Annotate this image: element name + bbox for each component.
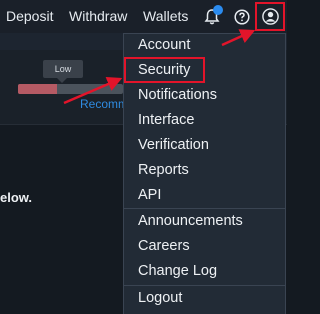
menu-item-interface[interactable]: Interface <box>138 112 194 128</box>
menu-item-logout[interactable]: Logout <box>138 290 182 306</box>
recommend-link[interactable]: Recomm <box>80 97 128 111</box>
menu-item-announcements[interactable]: Announcements <box>138 213 243 229</box>
strength-bar-fill <box>18 84 57 94</box>
tooltip-arrow <box>57 78 67 83</box>
strength-tooltip: Low <box>43 60 83 78</box>
user-menu-button[interactable] <box>255 2 285 31</box>
instruction-text: elow. <box>0 190 33 205</box>
menu-item-notifications[interactable]: Notifications <box>138 87 217 103</box>
top-navbar: Deposit Withdraw Wallets <box>0 0 287 33</box>
menu-item-reports[interactable]: Reports <box>138 162 189 178</box>
help-icon[interactable] <box>234 9 250 25</box>
security-highlight-box <box>124 57 205 83</box>
notification-dot <box>213 5 223 15</box>
nav-withdraw[interactable]: Withdraw <box>69 8 127 24</box>
nav-deposit[interactable]: Deposit <box>6 8 53 24</box>
menu-item-careers[interactable]: Careers <box>138 238 190 254</box>
menu-divider <box>124 285 285 286</box>
menu-item-change-log[interactable]: Change Log <box>138 263 217 279</box>
strength-bar <box>18 84 123 94</box>
menu-item-account[interactable]: Account <box>138 37 190 53</box>
menu-item-verification[interactable]: Verification <box>138 137 209 153</box>
nav-wallets[interactable]: Wallets <box>143 8 188 24</box>
page: Deposit Withdraw Wallets Low Recomm elow… <box>0 0 287 314</box>
user-avatar-icon <box>262 8 279 25</box>
menu-item-api[interactable]: API <box>138 187 161 203</box>
menu-divider <box>124 208 285 209</box>
